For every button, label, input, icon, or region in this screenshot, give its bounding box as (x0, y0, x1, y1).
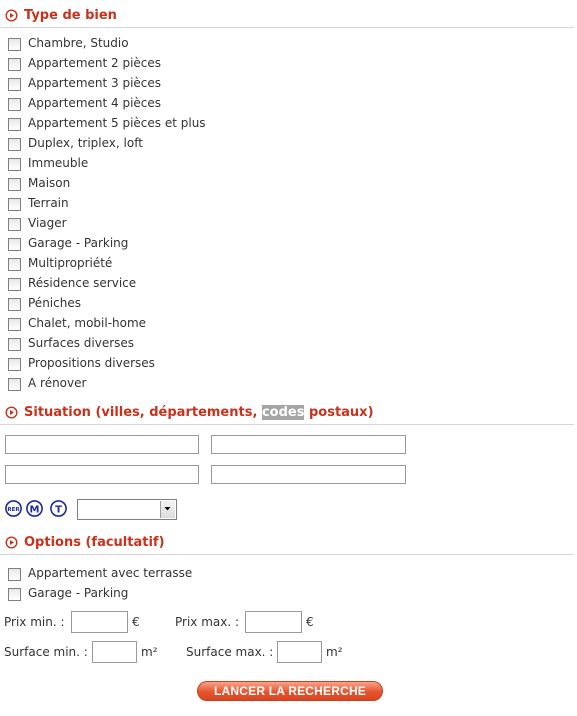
property-type-label: Appartement 5 pièces et plus (28, 116, 206, 130)
section-title: Type de bien (24, 8, 117, 23)
property-type-row[interactable]: Appartement 3 pièces (0, 76, 400, 96)
property-type-checkbox[interactable] (8, 178, 21, 191)
property-type-row[interactable]: Appartement 5 pièces et plus (0, 116, 400, 136)
property-type-label: Appartement 4 pièces (28, 96, 162, 110)
property-type-checkbox[interactable] (8, 118, 21, 131)
property-type-row[interactable]: Appartement 4 pièces (0, 96, 400, 116)
property-type-label: Propositions diverses (28, 356, 155, 370)
property-type-row[interactable]: Propositions diverses (0, 356, 400, 376)
property-type-checkbox[interactable] (8, 338, 21, 351)
property-type-row[interactable]: Appartement 2 pièces (0, 56, 400, 76)
section-header-situation: Situation (villes, départements, codes p… (0, 404, 574, 425)
property-type-row[interactable]: Péniches (0, 296, 400, 316)
area-unit: m² (141, 645, 158, 659)
currency-symbol: € (306, 615, 314, 629)
section-header-options: Options (facultatif) (0, 534, 574, 555)
prix-min-input[interactable] (71, 611, 128, 633)
property-type-row[interactable]: Résidence service (0, 276, 400, 296)
property-type-label: Péniches (28, 296, 81, 310)
property-type-checkbox[interactable] (8, 58, 21, 71)
currency-symbol: € (132, 615, 140, 629)
play-circle-icon (5, 406, 18, 419)
option-row[interactable]: Garage - Parking (0, 586, 400, 606)
property-type-row[interactable]: Garage - Parking (0, 236, 400, 256)
option-row[interactable]: Appartement avec terrasse (0, 566, 400, 586)
section-title: Situation (villes, départements, codes p… (24, 405, 374, 420)
surface-min-input[interactable] (92, 641, 137, 663)
section-title-part: Situation (villes, départements, (24, 405, 262, 420)
property-type-label: Appartement 3 pièces (28, 76, 162, 90)
property-type-label: Résidence service (28, 276, 137, 290)
surface-max-input[interactable] (277, 641, 322, 663)
property-type-row[interactable]: Duplex, triplex, loft (0, 136, 400, 156)
property-type-checkbox[interactable] (8, 238, 21, 251)
property-type-label: Duplex, triplex, loft (28, 136, 143, 150)
search-button[interactable]: LANCER LA RECHERCHE (197, 681, 383, 701)
property-type-row[interactable]: Immeuble (0, 156, 400, 176)
property-type-checkbox[interactable] (8, 258, 21, 271)
location-input-4[interactable] (211, 465, 406, 484)
transport-line-select[interactable] (77, 499, 177, 520)
property-type-row[interactable]: A rénover (0, 376, 400, 396)
surface-max-label: Surface max. : (186, 645, 274, 659)
property-type-label: Chalet, mobil-home (28, 316, 147, 330)
location-input-2[interactable] (211, 435, 406, 454)
property-type-checkbox[interactable] (8, 158, 21, 171)
area-unit: m² (326, 645, 343, 659)
property-type-label: Appartement 2 pièces (28, 56, 162, 70)
location-input-1[interactable] (5, 435, 199, 454)
section-title-part: postaux) (304, 405, 374, 420)
option-checkbox-terrasse[interactable] (8, 568, 21, 581)
property-type-row[interactable]: Chalet, mobil-home (0, 316, 400, 336)
property-type-row[interactable]: Viager (0, 216, 400, 236)
play-circle-icon (5, 9, 18, 22)
property-type-label: Multipropriété (28, 256, 113, 270)
property-type-label: Garage - Parking (28, 236, 129, 250)
property-type-row[interactable]: Surfaces diverses (0, 336, 400, 356)
property-type-checkbox[interactable] (8, 198, 21, 211)
property-type-checkbox[interactable] (8, 278, 21, 291)
property-type-checkbox[interactable] (8, 98, 21, 111)
selected-text-highlight: codes (261, 405, 305, 420)
prix-min-label: Prix min. : (4, 615, 65, 629)
property-type-row[interactable]: Chambre, Studio (0, 36, 400, 56)
property-type-label: Maison (28, 176, 71, 190)
property-type-label: Surfaces diverses (28, 336, 135, 350)
metro-icon[interactable]: M (26, 500, 43, 517)
surface-min-label: Surface min. : (4, 645, 88, 659)
property-type-checkbox[interactable] (8, 218, 21, 231)
property-type-checkbox[interactable] (8, 318, 21, 331)
svg-text:M: M (30, 504, 40, 515)
option-label: Garage - Parking (28, 586, 129, 600)
section-header-type-de-bien: Type de bien (0, 7, 574, 28)
property-type-label: A rénover (28, 376, 87, 390)
option-label: Appartement avec terrasse (28, 566, 193, 580)
property-type-checkbox[interactable] (8, 358, 21, 371)
property-type-label: Chambre, Studio (28, 36, 129, 50)
property-type-label: Viager (28, 216, 67, 230)
property-type-checkbox[interactable] (8, 298, 21, 311)
property-type-checkbox[interactable] (8, 378, 21, 391)
property-type-row[interactable]: Maison (0, 176, 400, 196)
svg-text:T: T (55, 504, 62, 515)
property-type-checkbox[interactable] (8, 38, 21, 51)
chevron-down-icon[interactable] (160, 501, 175, 518)
svg-text:RER: RER (7, 507, 20, 513)
property-type-row[interactable]: Terrain (0, 196, 400, 216)
property-type-checkbox[interactable] (8, 78, 21, 91)
play-circle-icon (5, 536, 18, 549)
property-type-label: Immeuble (28, 156, 89, 170)
rer-icon[interactable]: RER (5, 500, 22, 517)
section-title: Options (facultatif) (24, 535, 165, 550)
location-input-3[interactable] (5, 465, 199, 484)
property-type-label: Terrain (28, 196, 69, 210)
property-type-checkbox[interactable] (8, 138, 21, 151)
prix-max-input[interactable] (245, 611, 302, 633)
prix-max-label: Prix max. : (175, 615, 240, 629)
property-type-row[interactable]: Multipropriété (0, 256, 400, 276)
option-checkbox-garage[interactable] (8, 588, 21, 601)
tram-icon[interactable]: T (50, 500, 67, 517)
